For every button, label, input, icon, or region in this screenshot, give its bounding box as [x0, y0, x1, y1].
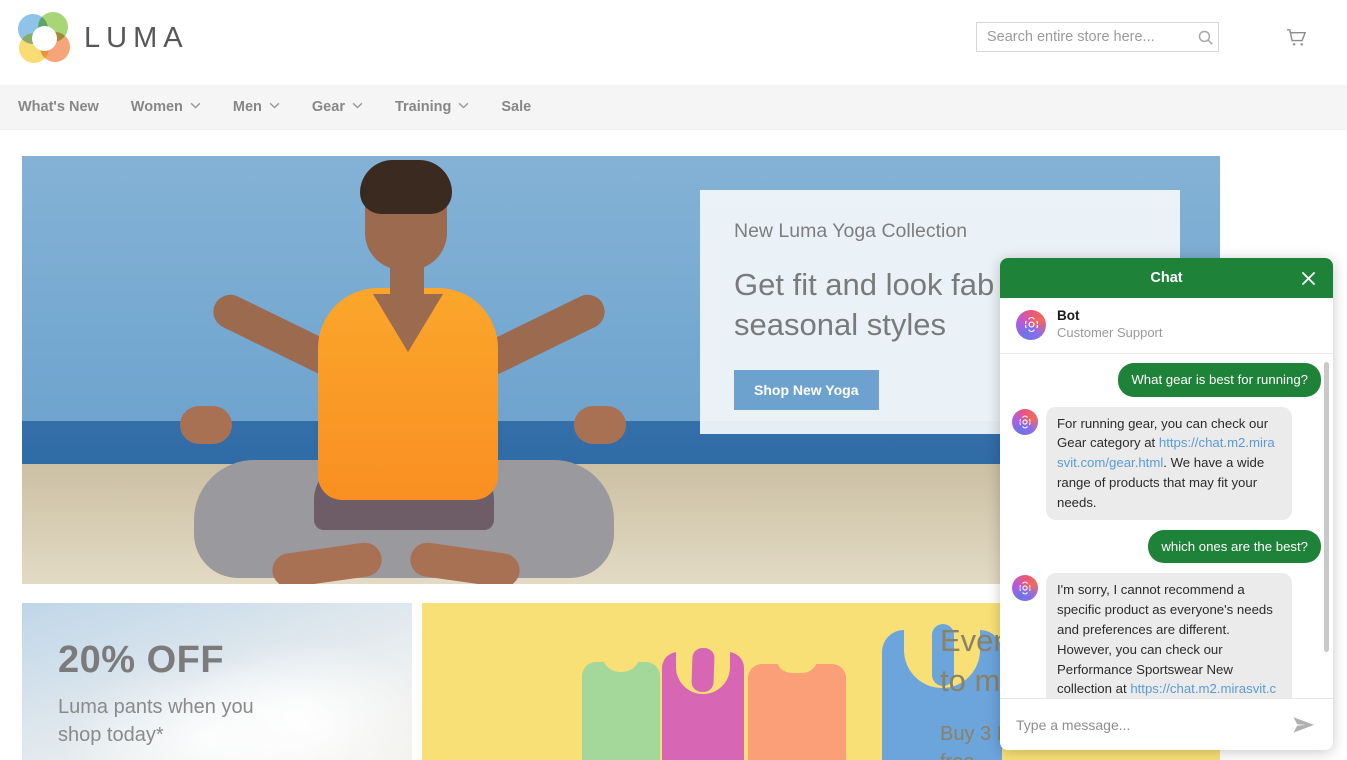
chat-message-bot: I'm sorry, I cannot recommend a specific… [1012, 573, 1321, 698]
promo-discount-sub-2: shop today* [58, 724, 164, 747]
chat-message-bot: For running gear, you can check our Gear… [1012, 406, 1321, 520]
chat-input-bar [1000, 698, 1333, 750]
nav-label: Training [394, 99, 452, 115]
search-input[interactable] [977, 29, 1192, 45]
nav-item-training[interactable]: Training [395, 99, 469, 115]
chevron-down-icon [458, 102, 469, 112]
bot-avatar-icon [1016, 309, 1046, 340]
hero-yoga-woman-image [122, 160, 682, 584]
chat-bubble: For running gear, you can check our Gear… [1046, 406, 1292, 520]
nav-item-gear[interactable]: Gear [312, 99, 363, 115]
nav-item-sale[interactable]: Sale [501, 99, 531, 115]
nav-label: Sale [501, 99, 532, 115]
chevron-down-icon [352, 102, 363, 112]
promo-discount-sub-1: Luma pants when you [58, 696, 254, 718]
nav-label: Gear [311, 99, 345, 115]
chat-widget[interactable]: Chat Bot Customer Support What gear is b… [1000, 258, 1333, 750]
hero-eyebrow: New Luma Yoga Collection [734, 220, 968, 242]
nav-label: Women [130, 99, 183, 115]
chevron-down-icon [269, 102, 280, 112]
chat-bubble-text: which ones are the best? [1148, 529, 1321, 564]
nav-item-men[interactable]: Men [233, 99, 280, 115]
search-icon[interactable] [1192, 24, 1218, 50]
search-box[interactable] [976, 22, 1219, 52]
nav-label: What's New [18, 99, 99, 115]
chat-agent-name: Bot [1057, 308, 1080, 323]
logo-text: LUMA [84, 21, 189, 54]
bot-avatar-icon [1012, 575, 1038, 602]
promo-tile-discount[interactable]: 20% OFF Luma pants when you shop today* [22, 603, 412, 760]
shop-new-yoga-button[interactable]: Shop New Yoga [734, 370, 879, 411]
chat-bubble-text: What gear is best for running? [1118, 362, 1321, 397]
chat-message-user: What gear is best for running? [1012, 362, 1321, 397]
chat-agent-role: Customer Support [1057, 324, 1163, 340]
bot-avatar-icon [1012, 408, 1038, 435]
chat-header: Chat [1000, 258, 1333, 298]
chat-message-input[interactable] [1016, 716, 1289, 733]
send-icon[interactable] [1289, 712, 1319, 738]
site-logo[interactable]: LUMA [18, 12, 189, 64]
chevron-down-icon [190, 102, 201, 112]
chat-agent-info: Bot Customer Support [1000, 298, 1333, 354]
chat-bubble-text-before: I'm sorry, I cannot recommend a specific… [1057, 582, 1273, 697]
luma-flower-logo-icon [18, 12, 70, 64]
nav-item-whats-new[interactable]: What's New [18, 99, 99, 115]
chat-message-list[interactable]: What gear is best for running? For runni… [1000, 354, 1333, 698]
nav-label: Men [232, 99, 262, 115]
nav-item-women[interactable]: Women [131, 99, 201, 115]
chat-bubble: I'm sorry, I cannot recommend a specific… [1046, 573, 1292, 698]
chat-scrollbar[interactable] [1324, 361, 1329, 652]
shopping-cart-icon[interactable] [1281, 22, 1311, 52]
close-icon[interactable] [1297, 267, 1319, 289]
site-header: LUMA [0, 0, 1347, 85]
promo-event-sub-2: free [940, 748, 1011, 760]
chat-title: Chat [1150, 270, 1183, 286]
promo-discount-headline: 20% OFF [58, 639, 225, 681]
chat-message-user: which ones are the best? [1012, 529, 1321, 564]
main-navigation: What's New Women Men Gear Training Sale [0, 85, 1347, 130]
